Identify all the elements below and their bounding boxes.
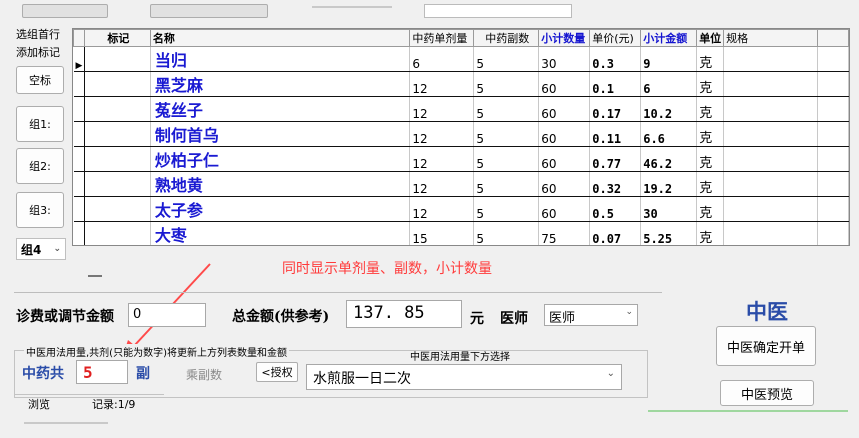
tcm-title: 中医 [746, 299, 788, 324]
auth-button[interactable]: <授权 [256, 362, 298, 382]
cutoff-bottom-text [24, 422, 108, 434]
fu-label: 副 [136, 366, 150, 382]
browse-label[interactable]: 浏览 [28, 396, 50, 412]
chevron-down-icon: ⌄ [606, 368, 615, 379]
fu-count-input[interactable]: 5 [76, 360, 128, 384]
doctor-select[interactable]: 医师 ⌄ [544, 304, 638, 326]
fee-label: 诊费或调节金额 [16, 309, 114, 325]
count-label: 中药共 [22, 366, 64, 382]
usage-below-hint: 中医用法用量下方选择 [410, 352, 510, 363]
record-counter: 记录:1/9 [92, 398, 136, 411]
yuan-label: 元 [470, 311, 484, 327]
total-amount: 137. 85 [346, 300, 462, 328]
tcm-confirm-button[interactable]: 中医确定开单 [716, 326, 816, 366]
usage-hint: 中医用法用量,共剂(只能为数字)将更新上方列表数量和金额 [24, 344, 289, 359]
chevron-down-icon: ⌄ [625, 307, 633, 317]
doctor-select-value: 医师 [549, 311, 576, 326]
fee-divider [14, 292, 662, 293]
usage-method-select[interactable]: 水煎服一日二次 ⌄ [306, 364, 622, 390]
total-label: 总金额(供参考) [232, 309, 330, 325]
usage-method-value: 水煎服一日二次 [313, 371, 411, 387]
tcm-preview-button[interactable]: 中医预览 [720, 380, 814, 406]
progress-strip [648, 410, 848, 412]
multiply-fu-button[interactable]: 乘副数 [164, 362, 244, 386]
fee-input[interactable]: 0 [128, 303, 206, 327]
doctor-label: 医师 [500, 311, 528, 327]
